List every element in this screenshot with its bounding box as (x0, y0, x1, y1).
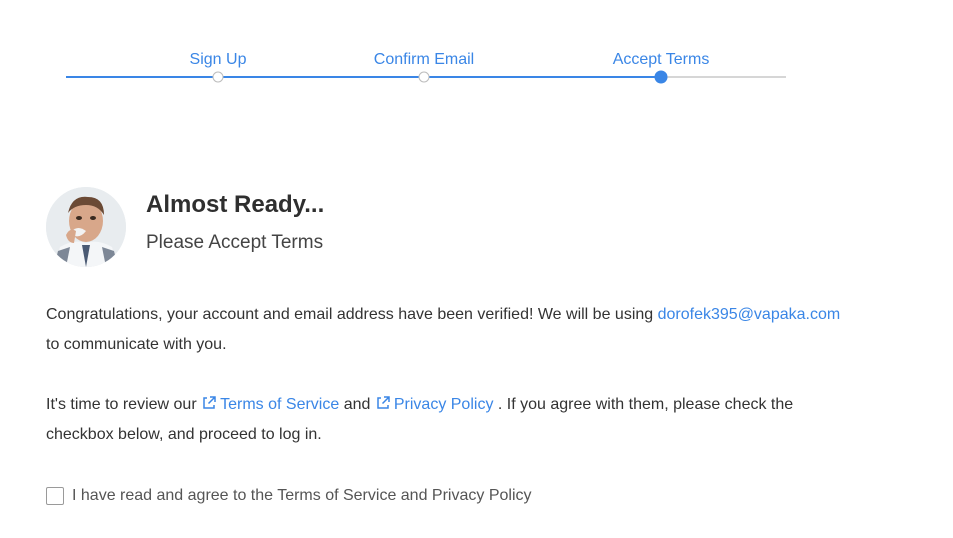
stepper-track-complete (66, 76, 661, 78)
page-title: Almost Ready... (146, 191, 325, 218)
stepper-track-remaining (661, 76, 786, 78)
agree-checkbox[interactable] (46, 487, 64, 505)
external-link-icon (203, 396, 216, 409)
avatar (46, 187, 126, 267)
step-sign-up[interactable]: Sign Up (190, 51, 247, 69)
step-confirm-email[interactable]: Confirm Email (374, 51, 474, 69)
step-marker-sign-up (212, 71, 224, 83)
email-link[interactable]: dorofek395@vapaka.com (658, 306, 841, 323)
step-marker-confirm-email (418, 71, 430, 83)
terms-of-service-link[interactable]: Terms of Service (201, 396, 339, 413)
terms-link-label[interactable]: Terms of Service (220, 396, 339, 413)
page-subtitle: Please Accept Terms (146, 232, 324, 253)
verification-text: Congratulations, your account and email … (46, 306, 654, 323)
progress-stepper: Sign Up Confirm Email Accept Terms (0, 0, 953, 100)
user-photo-icon (46, 187, 126, 267)
review-text: It's time to review our (46, 396, 197, 413)
agree-label[interactable]: I have read and agree to the Terms of Se… (72, 487, 532, 505)
step-marker-accept-terms (654, 70, 668, 84)
verification-message: Congratulations, your account and email … (46, 300, 846, 360)
external-link-icon (377, 396, 390, 409)
and-text: and (343, 396, 371, 413)
agreement-row: I have read and agree to the Terms of Se… (46, 485, 532, 507)
privacy-link-label[interactable]: Privacy Policy (394, 396, 494, 413)
step-accept-terms[interactable]: Accept Terms (613, 51, 710, 69)
review-message: It's time to review our Terms of Service… (46, 390, 846, 450)
privacy-policy-link[interactable]: Privacy Policy (375, 396, 494, 413)
verification-suffix: to communicate with you. (46, 336, 227, 353)
